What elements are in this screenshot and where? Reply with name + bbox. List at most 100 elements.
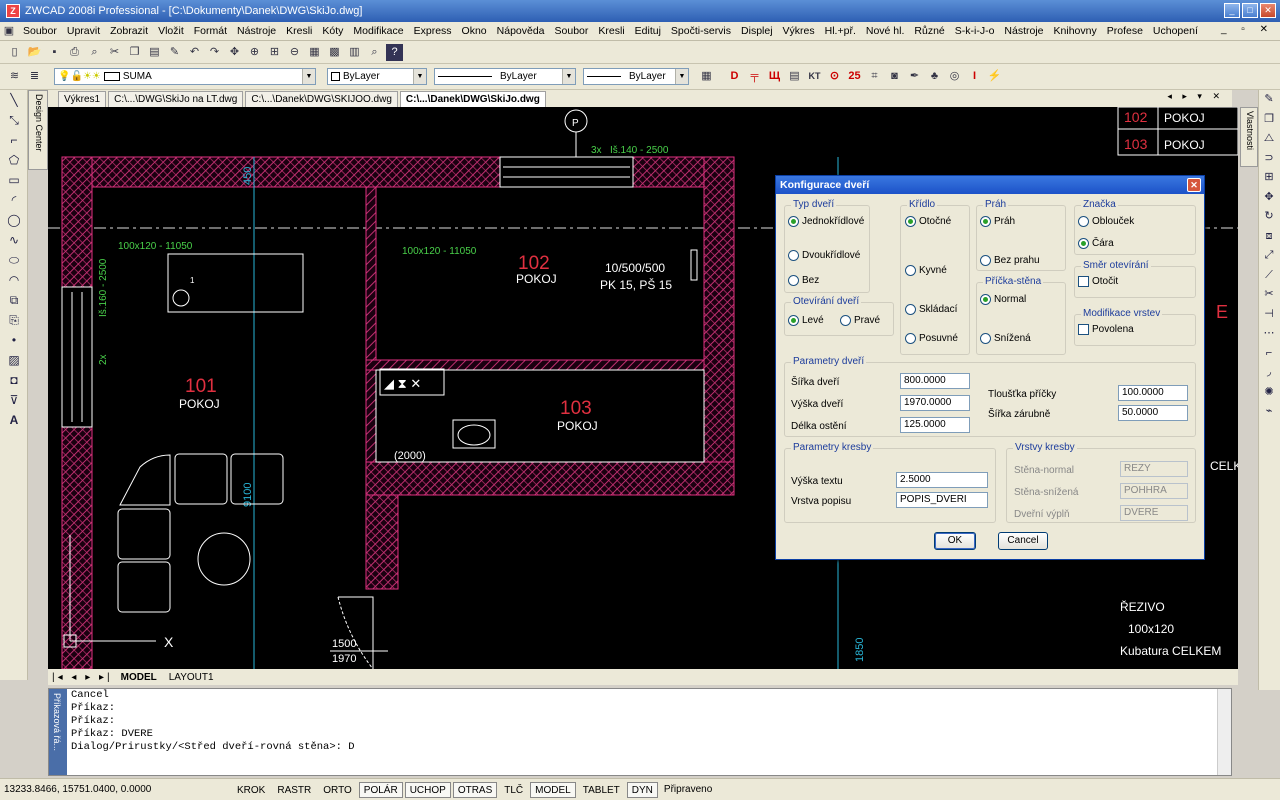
open-file-icon[interactable]: 📂: [26, 44, 43, 61]
extend-icon[interactable]: ⊣: [1259, 305, 1279, 325]
menu-item[interactable]: Displej: [736, 25, 778, 37]
paste-icon[interactable]: ▤: [146, 44, 163, 61]
text-height-input[interactable]: 2.5000: [896, 472, 988, 488]
radio-otocne[interactable]: Otočné: [905, 216, 951, 227]
frame-width-input[interactable]: 50.0000: [1118, 405, 1188, 421]
save-icon[interactable]: ▪: [46, 44, 63, 61]
properties-icon[interactable]: ▦: [306, 44, 323, 61]
polygon-icon[interactable]: ⬠: [3, 150, 25, 170]
menu-item[interactable]: Soubor: [550, 25, 594, 37]
explode-icon[interactable]: ✺: [1259, 383, 1279, 403]
document-icon[interactable]: ▣: [0, 23, 18, 40]
status-toggle[interactable]: DYN: [626, 781, 658, 798]
ellipse-icon[interactable]: ⬭: [3, 250, 25, 270]
move-icon[interactable]: ✥: [1259, 188, 1279, 208]
number-tool-icon[interactable]: 25: [846, 68, 863, 85]
menu-item[interactable]: Soubor: [18, 25, 62, 37]
copy-icon[interactable]: ❐: [126, 44, 143, 61]
status-toggle[interactable]: RASTR: [272, 782, 316, 798]
status-toggle[interactable]: TABLET: [578, 782, 625, 798]
lightning-tool-icon[interactable]: ⚡: [986, 68, 1003, 85]
design-center-tab[interactable]: Design Center: [28, 90, 48, 170]
profile-i-tool-icon[interactable]: I: [966, 68, 983, 85]
cut-icon[interactable]: ✂: [106, 44, 123, 61]
pen-tool-icon[interactable]: ✒: [906, 68, 923, 85]
rotate-icon[interactable]: ↻: [1259, 207, 1279, 227]
offset-icon[interactable]: ⊃: [1259, 149, 1279, 169]
print-icon[interactable]: ⎙: [66, 44, 83, 61]
circle-icon[interactable]: ◯: [3, 210, 25, 230]
menu-item[interactable]: Kresli: [593, 25, 629, 37]
menu-item[interactable]: Uchopení: [1148, 25, 1203, 37]
tab-model[interactable]: MODEL: [117, 672, 161, 683]
radio-normal[interactable]: Normal: [980, 294, 1026, 305]
checkbox-otocit[interactable]: Otočit: [1078, 276, 1118, 287]
menu-item[interactable]: Výkres: [778, 25, 820, 37]
menu-item[interactable]: Kresli: [281, 25, 317, 37]
menu-item[interactable]: Express: [409, 25, 457, 37]
window-tool-icon[interactable]: ╤: [746, 68, 763, 85]
break-icon[interactable]: ⋯: [1259, 324, 1279, 344]
menu-item[interactable]: Nástroje: [999, 25, 1048, 37]
tab-navigation[interactable]: ◂ ▸ ▾ ✕: [1167, 91, 1224, 102]
menu-item[interactable]: Vložit: [153, 25, 189, 37]
lineweight-combo[interactable]: ByLayer ▼: [583, 68, 689, 85]
label-layer-input[interactable]: POPIS_DVERI: [896, 492, 988, 508]
pan-icon[interactable]: ✥: [226, 44, 243, 61]
stretch-icon[interactable]: ⤢: [1259, 246, 1279, 266]
stairs-tool-icon[interactable]: ▤: [786, 68, 803, 85]
properties-tab[interactable]: Vlastnosti: [1240, 107, 1258, 167]
erase-icon[interactable]: ✎: [1259, 90, 1279, 110]
menu-item[interactable]: Nové hl.: [861, 25, 910, 37]
spline-icon[interactable]: ∿: [3, 230, 25, 250]
redo-icon[interactable]: ↷: [206, 44, 223, 61]
tab-layout1[interactable]: LAYOUT1: [165, 672, 218, 683]
menu-item[interactable]: Různé: [909, 25, 949, 37]
rectangle-icon[interactable]: ▭: [3, 170, 25, 190]
status-toggle[interactable]: OTRAS: [452, 781, 498, 798]
document-tab[interactable]: C:\...\DWG\SkiJo na LT.dwg: [108, 91, 244, 107]
radio-oblouček[interactable]: Oblouček: [1078, 216, 1134, 227]
radio-bez-prahu[interactable]: Bez prahu: [980, 255, 1040, 266]
jamb-length-input[interactable]: 125.0000: [900, 417, 970, 433]
fillet-icon[interactable]: ◞: [1259, 363, 1279, 383]
design-center-icon[interactable]: ▩: [326, 44, 343, 61]
chevron-down-icon[interactable]: ▼: [302, 69, 315, 84]
preview-icon[interactable]: ⌕: [86, 44, 103, 61]
line-icon[interactable]: ╲: [3, 90, 25, 110]
radio-posuvne[interactable]: Posuvné: [905, 333, 958, 344]
table-icon[interactable]: ⊽: [3, 390, 25, 410]
hatch-icon[interactable]: ▨: [3, 350, 25, 370]
region-icon[interactable]: ◘: [3, 370, 25, 390]
xline-icon[interactable]: ⤡: [3, 110, 25, 130]
mirror-icon[interactable]: ⧍: [1259, 129, 1279, 149]
radio-cara[interactable]: Čára: [1078, 238, 1114, 249]
zoom-window-icon[interactable]: ⊞: [266, 44, 283, 61]
color-combo[interactable]: ByLayer ▼: [327, 68, 427, 85]
menu-item[interactable]: Zobrazit: [105, 25, 153, 37]
door-tool-icon[interactable]: D: [726, 68, 743, 85]
zoom-previous-icon[interactable]: ⊖: [286, 44, 303, 61]
dialog-close-icon[interactable]: ✕: [1187, 178, 1201, 192]
column-tool-icon[interactable]: Щ: [766, 68, 783, 85]
document-tab[interactable]: C:\...\Danek\DWG\SkiJo.dwg: [399, 91, 546, 107]
status-toggle[interactable]: MODEL: [530, 781, 576, 798]
elevation-tool-icon[interactable]: ⊙: [826, 68, 843, 85]
edit-icon[interactable]: ⌁: [1259, 402, 1279, 422]
layer-manager-icon[interactable]: ≋: [6, 68, 23, 85]
match-properties-icon[interactable]: ✎: [166, 44, 183, 61]
ellipse-arc-icon[interactable]: ◠: [3, 270, 25, 290]
chamfer-icon[interactable]: ⌐: [1259, 344, 1279, 364]
radio-skladaci[interactable]: Skládací: [905, 304, 957, 315]
menu-item[interactable]: Nápověda: [492, 25, 550, 37]
door-fill-input[interactable]: DVERE: [1120, 505, 1188, 521]
trim-icon[interactable]: ✂: [1259, 285, 1279, 305]
frame-tool-icon[interactable]: ⌗: [866, 68, 883, 85]
layer-combo[interactable]: 💡 🔓 ☀☀ SUMA ▼: [54, 68, 316, 85]
radio-dvoukridlove[interactable]: Dvoukřídlové: [788, 250, 860, 261]
arc-icon[interactable]: ◜: [3, 190, 25, 210]
find-icon[interactable]: ⌕: [366, 44, 383, 61]
menu-item[interactable]: Upravit: [62, 25, 105, 37]
menu-item[interactable]: Modifikace: [348, 25, 408, 37]
wall-normal-input[interactable]: REZY: [1120, 461, 1188, 477]
